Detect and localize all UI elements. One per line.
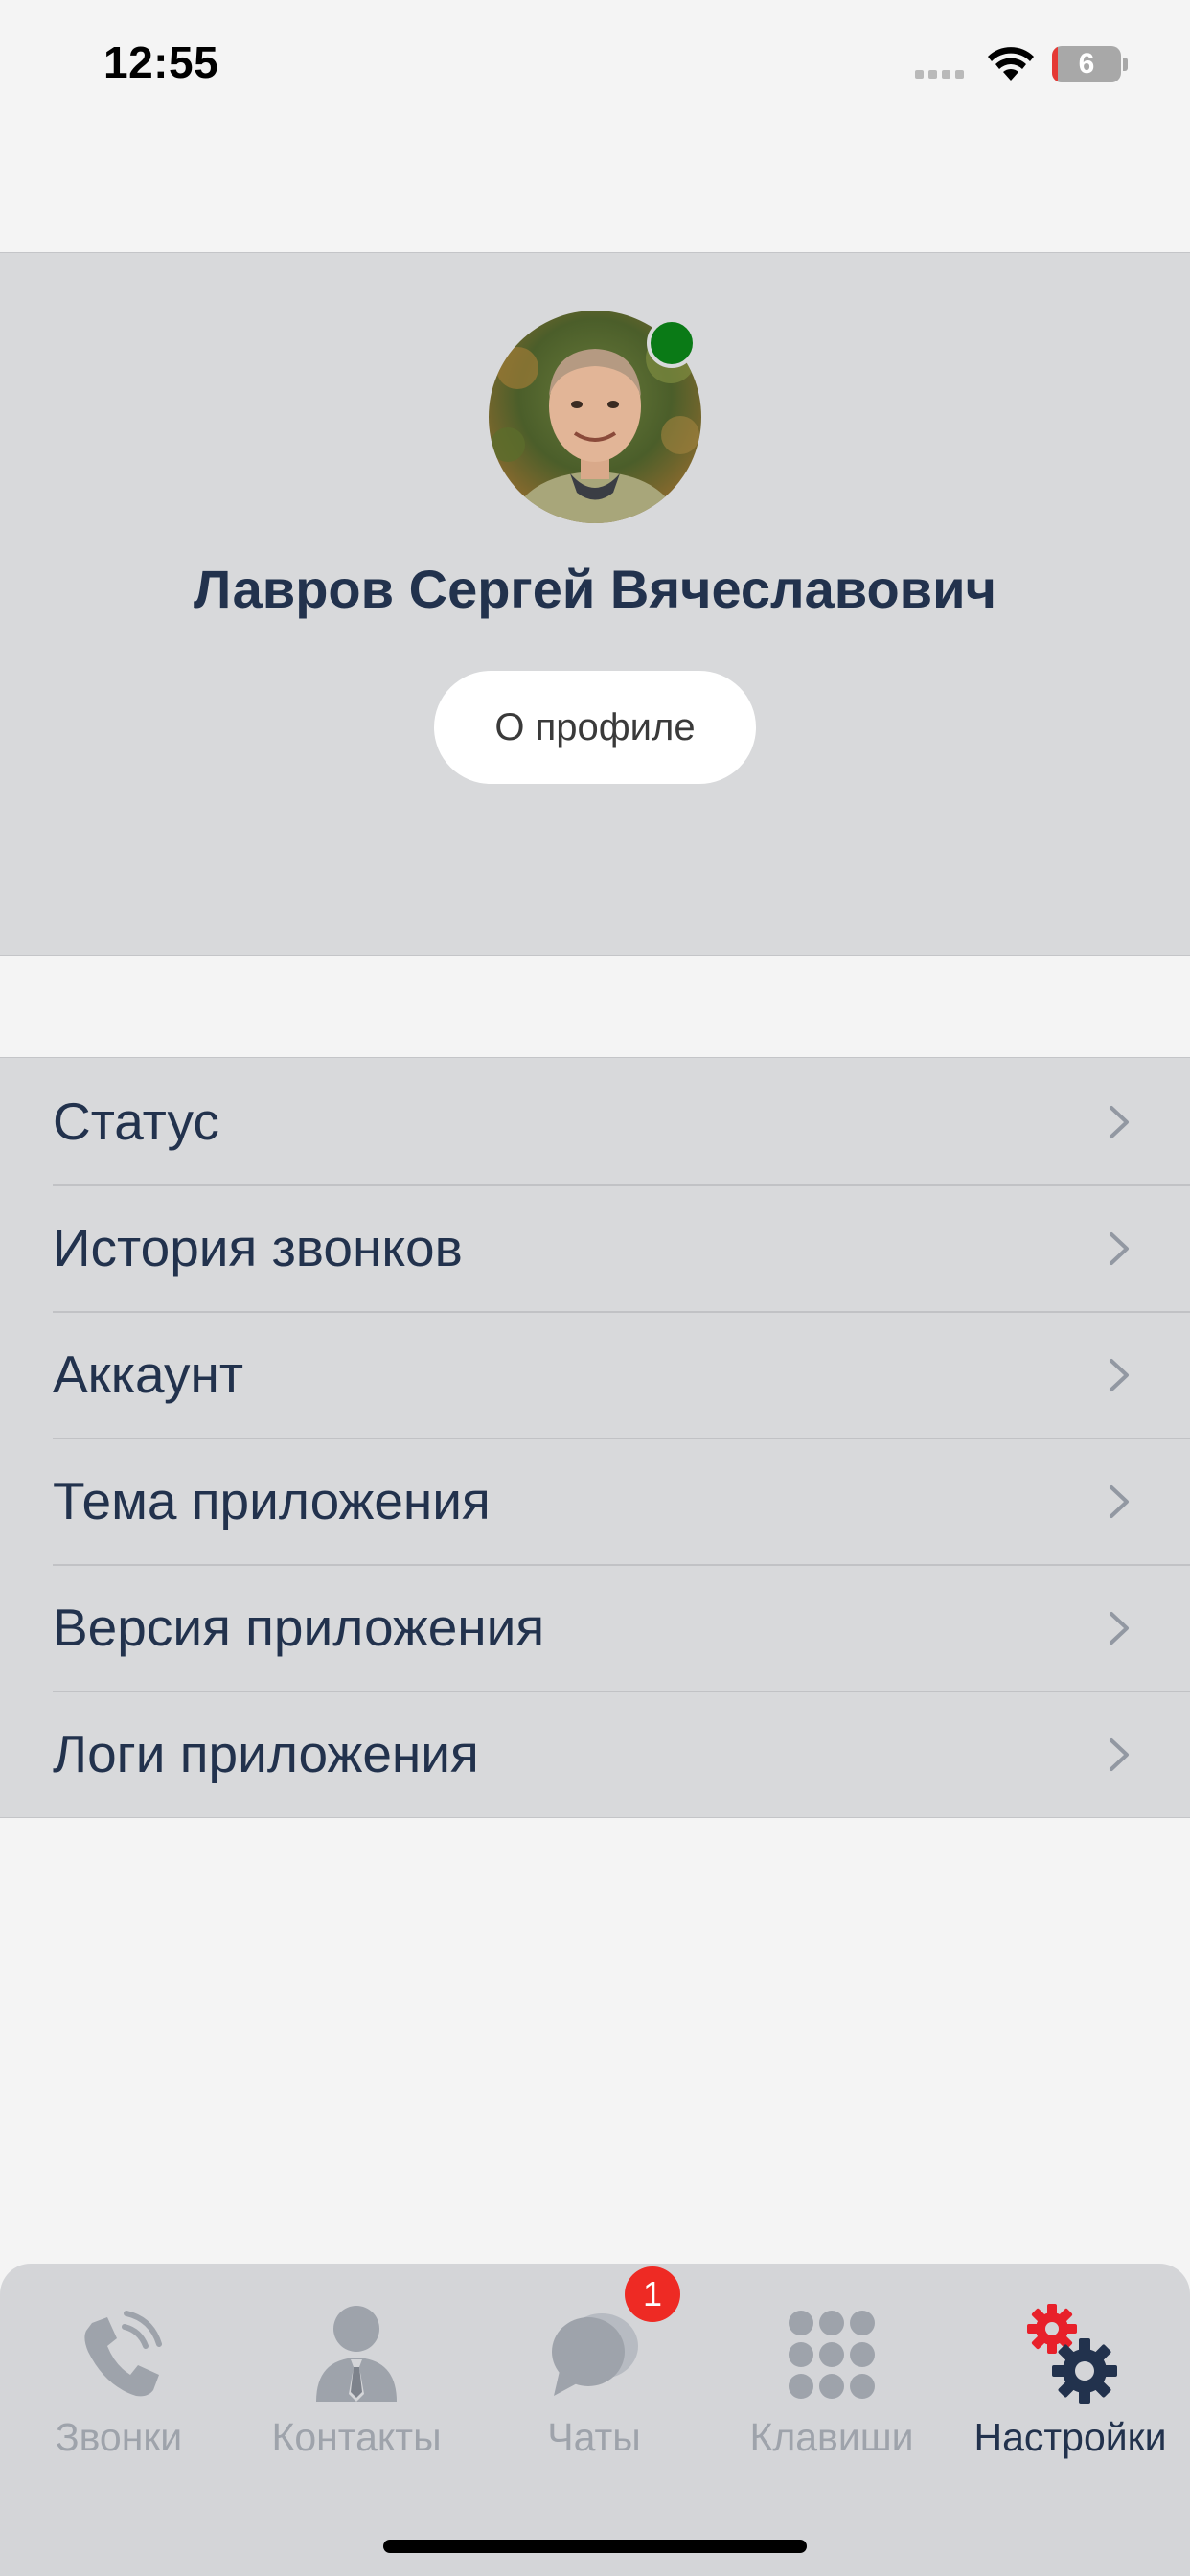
- tab-bar: Звонки Контакты Чаты 1 Клавиши Настройки: [0, 2264, 1190, 2576]
- menu-item-app-logs[interactable]: Логи приложения: [0, 1690, 1190, 1817]
- chevron-right-icon: [1110, 1232, 1129, 1265]
- profile-header: Лавров Сергей Вячеславович О профиле: [0, 252, 1190, 956]
- menu-item-label: Версия приложения: [53, 1598, 545, 1657]
- battery-level: 6: [1078, 48, 1095, 80]
- tab-keypad[interactable]: Клавиши: [713, 2264, 950, 2494]
- chevron-right-icon: [1110, 1738, 1129, 1771]
- menu-item-app-theme[interactable]: Тема приложения: [0, 1438, 1190, 1564]
- settings-menu: Статус История звонков Аккаунт Тема прил…: [0, 1057, 1190, 1818]
- menu-item-label: Статус: [53, 1092, 219, 1151]
- settings-gears-icon: [1027, 2304, 1117, 2404]
- keypad-icon: [789, 2311, 875, 2399]
- tab-calls[interactable]: Звонки: [0, 2264, 238, 2494]
- phone-icon: [84, 2311, 162, 2397]
- about-profile-button[interactable]: О профиле: [434, 671, 756, 784]
- tab-label: Звонки: [55, 2415, 183, 2459]
- chevron-right-icon: [1110, 1106, 1129, 1138]
- menu-item-account[interactable]: Аккаунт: [0, 1311, 1190, 1438]
- online-status-dot: [647, 318, 697, 368]
- status-bar: 12:55 6: [0, 0, 1190, 134]
- tab-label: Клавиши: [749, 2415, 914, 2459]
- chevron-right-icon: [1110, 1612, 1129, 1644]
- menu-item-label: Тема приложения: [53, 1471, 491, 1530]
- chats-unread-badge: 1: [625, 2266, 680, 2322]
- chat-bubbles-icon: [552, 2313, 638, 2396]
- tab-label: Настройки: [973, 2415, 1167, 2459]
- menu-item-app-version[interactable]: Версия приложения: [0, 1564, 1190, 1690]
- tab-contacts[interactable]: Контакты: [238, 2264, 475, 2494]
- battery-icon: 6: [1052, 46, 1129, 82]
- tab-label: Чаты: [547, 2415, 641, 2459]
- menu-item-status[interactable]: Статус: [0, 1058, 1190, 1184]
- menu-item-call-history[interactable]: История звонков: [0, 1184, 1190, 1311]
- signal-dots-icon: [915, 70, 964, 79]
- status-time: 12:55: [103, 37, 219, 87]
- home-indicator: [383, 2540, 807, 2553]
- chevron-right-icon: [1110, 1359, 1129, 1392]
- profile-name: Лавров Сергей Вячеславович: [193, 559, 997, 619]
- menu-item-label: История звонков: [53, 1218, 463, 1277]
- chevron-right-icon: [1110, 1485, 1129, 1518]
- tab-label: Контакты: [271, 2415, 442, 2459]
- menu-item-label: Аккаунт: [53, 1345, 244, 1404]
- wifi-icon: [988, 47, 1034, 80]
- contact-person-icon: [316, 2306, 397, 2402]
- menu-item-label: Логи приложения: [53, 1724, 479, 1783]
- tab-settings[interactable]: Настройки: [950, 2264, 1190, 2494]
